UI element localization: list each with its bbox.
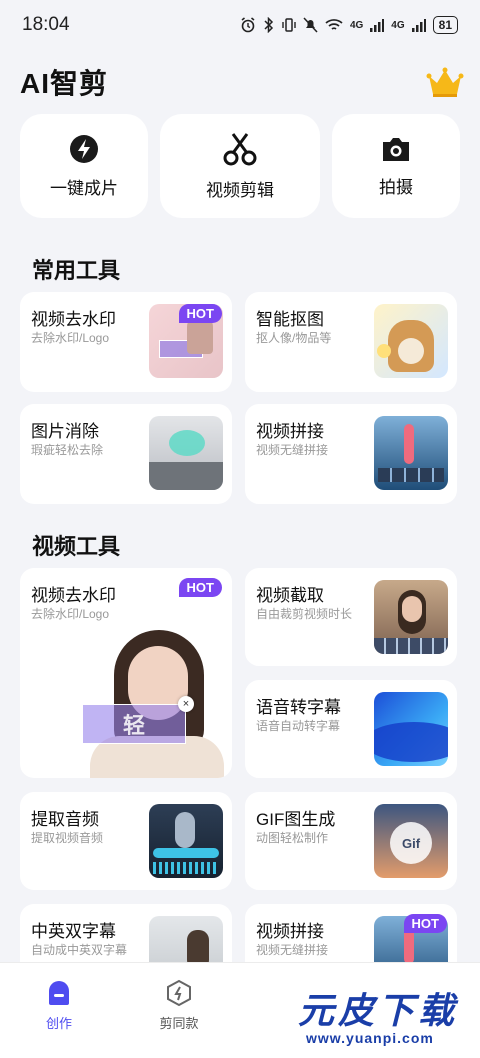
status-time: 18:04 bbox=[22, 14, 70, 35]
tool-subtitle: 动图轻松制作 bbox=[256, 831, 329, 845]
tool-title: 视频去水印 bbox=[31, 586, 116, 605]
hot-badge: HOT bbox=[178, 578, 222, 597]
mute-icon bbox=[303, 17, 318, 33]
tool-thumbnail bbox=[374, 580, 448, 654]
quick-label: 拍摄 bbox=[379, 177, 413, 197]
tool-speech-to-subtitle[interactable]: 语音转字幕 语音自动转字幕 bbox=[245, 680, 457, 778]
tool-subtitle: 抠人像/物品等 bbox=[256, 331, 332, 345]
tool-subtitle: 视频无缝拼接 bbox=[256, 943, 329, 957]
tool-subtitle: 提取视频音频 bbox=[31, 831, 104, 845]
tool-thumbnail bbox=[149, 416, 223, 490]
common-tools-title: 常用工具 bbox=[32, 258, 121, 283]
app-header: AI智剪 bbox=[20, 62, 464, 102]
tool-extract-audio[interactable]: 提取音频 提取视频音频 bbox=[20, 792, 232, 890]
signal-bars-icon bbox=[370, 19, 385, 32]
tool-title: GIF图生成 bbox=[256, 810, 336, 829]
tool-title: 语音转字幕 bbox=[256, 698, 341, 717]
app-title: AI智剪 bbox=[20, 68, 109, 99]
tool-video-watermark-remove-large[interactable]: 视频去水印 去除水印/Logo HOT 轻 × bbox=[20, 568, 232, 778]
quick-actions: 一键成片 视频剪辑 拍摄 bbox=[20, 114, 460, 218]
alarm-icon bbox=[241, 17, 255, 33]
tool-subtitle: 自由裁剪视频时长 bbox=[256, 607, 353, 621]
bluetooth-icon bbox=[264, 17, 274, 33]
tab-create[interactable]: 创作 bbox=[14, 979, 104, 1032]
tool-title: 智能抠图 bbox=[256, 310, 324, 329]
camera-icon bbox=[383, 137, 409, 161]
quick-label: 一键成片 bbox=[50, 178, 118, 198]
tool-title: 视频截取 bbox=[256, 586, 324, 605]
tool-video-watermark-remove[interactable]: 视频去水印 去除水印/Logo HOT bbox=[20, 292, 232, 392]
watermark-sample-text: 轻 bbox=[122, 713, 145, 738]
status-icons: 4G 4G 81 bbox=[240, 16, 458, 34]
lightning-icon bbox=[70, 134, 98, 163]
hot-badge: HOT bbox=[178, 304, 222, 323]
tool-title: 提取音频 bbox=[31, 810, 99, 829]
battery-indicator: 81 bbox=[432, 16, 458, 34]
tool-subtitle: 视频无缝拼接 bbox=[256, 443, 329, 457]
tool-subtitle: 瑕疵轻松去除 bbox=[31, 443, 104, 457]
watermark-title: 元皮下载 bbox=[298, 990, 459, 1031]
close-icon: × bbox=[178, 696, 194, 712]
quick-video-edit-button[interactable]: 视频剪辑 bbox=[160, 114, 320, 218]
vibrate-icon bbox=[282, 18, 296, 32]
signal-4g-2: 4G bbox=[391, 19, 405, 31]
quick-shoot-button[interactable]: 拍摄 bbox=[332, 114, 460, 218]
video-tools-title: 视频工具 bbox=[32, 534, 121, 559]
tool-thumbnail bbox=[374, 304, 448, 378]
crown-icon[interactable] bbox=[426, 66, 464, 98]
tool-image-erase[interactable]: 图片消除 瑕疵轻松去除 bbox=[20, 404, 232, 504]
watermark-url: www.yuanpi.com bbox=[306, 1030, 434, 1046]
tool-smart-cutout[interactable]: 智能抠图 抠人像/物品等 bbox=[245, 292, 457, 392]
tool-subtitle: 去除水印/Logo bbox=[31, 607, 110, 621]
tool-gif-maker[interactable]: GIF图生成 动图轻松制作 Gif bbox=[245, 792, 457, 890]
tab-template[interactable]: 剪同款 bbox=[134, 979, 224, 1032]
signal-4g-1: 4G bbox=[349, 19, 364, 31]
signal-bars-icon-2 bbox=[411, 19, 426, 32]
quick-one-click-button[interactable]: 一键成片 bbox=[20, 114, 148, 218]
tab-label: 创作 bbox=[45, 1016, 72, 1031]
gif-label: Gif bbox=[401, 835, 421, 851]
quick-label: 视频剪辑 bbox=[206, 180, 274, 200]
tool-title: 视频去水印 bbox=[31, 310, 116, 329]
hot-badge: HOT bbox=[403, 914, 447, 933]
tool-illustration: 轻 × bbox=[82, 626, 232, 778]
tool-subtitle: 自动成中英双字幕 bbox=[31, 943, 128, 957]
tool-thumbnail bbox=[149, 804, 223, 878]
tab-label: 剪同款 bbox=[159, 1016, 199, 1031]
wifi-icon bbox=[325, 19, 343, 30]
tool-video-trim[interactable]: 视频截取 自由裁剪视频时长 bbox=[245, 568, 457, 666]
template-icon bbox=[167, 979, 191, 1007]
tool-title: 视频拼接 bbox=[256, 922, 324, 941]
tool-title: 图片消除 bbox=[31, 422, 99, 441]
tool-thumbnail: Gif bbox=[374, 804, 448, 878]
tool-title: 视频拼接 bbox=[256, 422, 324, 441]
tool-subtitle: 语音自动转字幕 bbox=[256, 719, 341, 733]
tool-title: 中英双字幕 bbox=[31, 922, 116, 941]
create-icon bbox=[49, 981, 69, 1005]
tool-subtitle: 去除水印/Logo bbox=[31, 331, 110, 345]
tool-video-splice[interactable]: 视频拼接 视频无缝拼接 bbox=[245, 404, 457, 504]
status-bar: 18:04 4G 4G 81 bbox=[0, 0, 480, 50]
site-watermark-logo: 元皮下载 www.yuanpi.com bbox=[284, 982, 480, 1052]
scissors-icon bbox=[223, 132, 257, 165]
tool-thumbnail bbox=[374, 692, 448, 766]
tool-thumbnail bbox=[374, 416, 448, 490]
